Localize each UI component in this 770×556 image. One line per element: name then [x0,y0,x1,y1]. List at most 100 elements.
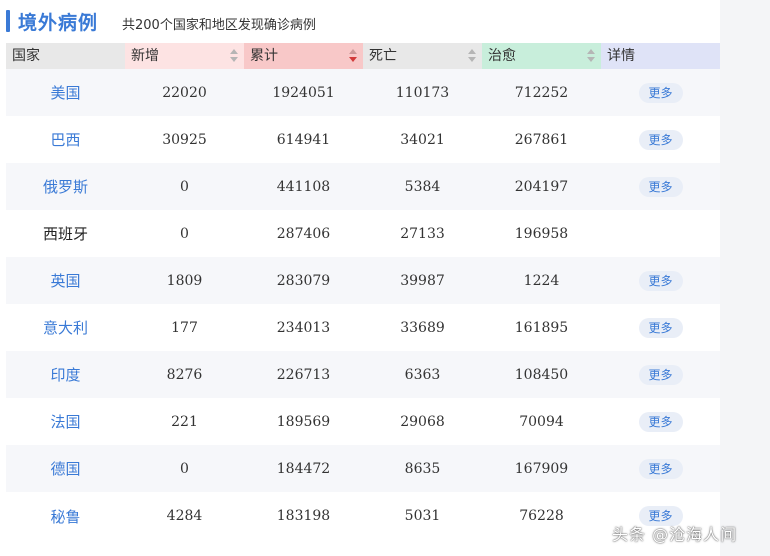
sort-descending-icon [468,57,476,62]
cell-total: 226713 [276,366,331,383]
table-row: 法国 221 189569 29068 70094 更多 [6,398,720,445]
country-name[interactable]: 法国 [6,411,125,432]
column-header-country: 国家 [6,43,125,69]
cell-deaths: 6363 [404,366,441,383]
cell-new: 0 [180,178,189,195]
cell-deaths: 39987 [400,272,445,289]
cell-total: 234013 [276,319,331,336]
cell-new: 0 [180,460,189,477]
cell-recovered: 70094 [519,413,564,430]
cell-new: 4284 [166,508,203,524]
cell-details: 更多 [601,364,720,385]
table-row: 俄罗斯 0 441108 5384 204197 更多 [6,163,720,210]
more-button[interactable]: 更多 [638,364,683,385]
cell-recovered: 161895 [514,319,569,336]
cell-new: 221 [171,413,198,430]
cell-new: 8276 [166,366,203,383]
cell-total: 1924051 [272,84,335,101]
section-title: 境外病例 [18,12,99,34]
country-name[interactable]: 俄罗斯 [6,176,125,197]
cell-details: 更多 [601,129,720,150]
more-button[interactable]: 更多 [638,176,683,197]
cell-recovered: 204197 [514,178,569,195]
cell-deaths: 8635 [404,460,441,477]
cell-total: 184472 [276,460,331,477]
cell-new: 0 [180,225,189,242]
cell-new: 1809 [166,272,203,289]
more-button[interactable]: 更多 [638,411,683,432]
cell-new: 22020 [162,84,207,101]
sort-ascending-icon [230,49,238,54]
cell-recovered: 196958 [514,225,569,242]
cell-total: 614941 [276,131,331,148]
column-header-total[interactable]: 累计 [244,43,363,69]
column-header-label: 国家 [12,48,40,64]
cell-recovered: 1224 [523,272,560,289]
cell-total: 189569 [276,413,331,430]
country-name[interactable]: 英国 [6,270,125,291]
sort-arrows-icon[interactable] [468,49,476,63]
column-header-recovered[interactable]: 治愈 [482,43,601,69]
sort-ascending-icon [587,49,595,54]
more-button[interactable]: 更多 [638,317,683,338]
section-subtitle: 共200个国家和地区发现确诊病例 [122,18,316,33]
sort-arrows-icon[interactable] [230,49,238,63]
more-button[interactable]: 更多 [638,270,683,291]
cell-new: 177 [171,319,198,336]
cell-details: 更多 [601,82,720,103]
country-name[interactable]: 秘鲁 [6,506,125,527]
more-button[interactable]: 更多 [638,129,683,150]
table-row: 印度 8276 226713 6363 108450 更多 [6,351,720,398]
table-row: 巴西 30925 614941 34021 267861 更多 [6,116,720,163]
cell-deaths: 110173 [395,84,450,101]
country-name: 西班牙 [42,225,88,243]
column-header-label: 累计 [250,48,278,64]
cell-total: 441108 [276,178,331,195]
cell-details: 更多 [601,176,720,197]
cell-details: 更多 [601,458,720,479]
table-row: 意大利 177 234013 33689 161895 更多 [6,304,720,351]
cell-new: 30925 [162,131,207,148]
overseas-cases-panel: 境外病例 共200个国家和地区发现确诊病例 国家 新增 累计 死亡 治愈 详情 美国 220… [0,0,720,556]
column-header-new[interactable]: 新增 [125,43,244,69]
cell-total: 183198 [276,508,331,524]
more-button[interactable]: 更多 [638,82,683,103]
table-row: 美国 22020 1924051 110173 712252 更多 [6,69,720,116]
table-header: 国家 新增 累计 死亡 治愈 详情 [6,43,720,69]
sort-ascending-icon [349,49,357,54]
table-row: 英国 1809 283079 39987 1224 更多 [6,257,720,304]
cell-deaths: 5031 [404,508,441,524]
cell-deaths: 34021 [400,131,445,148]
cell-total: 283079 [276,272,331,289]
column-header-label: 新增 [131,48,159,64]
column-header-label: 死亡 [369,48,397,64]
cell-recovered: 108450 [514,366,569,383]
sort-arrows-icon[interactable] [587,49,595,63]
country-name[interactable]: 印度 [6,364,125,385]
cell-recovered: 267861 [514,131,569,148]
sort-descending-icon [230,57,238,62]
source-watermark: 头条 @沧海人间 [612,525,738,544]
sort-descending-icon [349,57,357,62]
country-name[interactable]: 巴西 [6,129,125,150]
cell-details: 更多 [601,317,720,338]
country-name[interactable]: 德国 [6,458,125,479]
country-name[interactable]: 意大利 [6,317,125,338]
cell-deaths: 5384 [404,178,441,195]
cell-deaths: 29068 [400,413,445,430]
sort-ascending-icon [468,49,476,54]
cell-deaths: 33689 [400,319,445,336]
cell-recovered: 76228 [519,508,564,524]
column-header-label: 详情 [607,48,635,64]
column-header-label: 治愈 [488,48,516,64]
table-body: 美国 22020 1924051 110173 712252 更多 巴西 30925 61494… [6,69,720,540]
sort-arrows-icon[interactable] [349,49,357,63]
table-row: 德国 0 184472 8635 167909 更多 [6,445,720,492]
cell-recovered: 167909 [514,460,569,477]
more-button[interactable]: 更多 [638,458,683,479]
title-accent-bar [6,10,10,32]
country-name[interactable]: 美国 [6,82,125,103]
column-header-deaths[interactable]: 死亡 [363,43,482,69]
cell-details: 更多 [601,411,720,432]
cell-details: 更多 [601,270,720,291]
